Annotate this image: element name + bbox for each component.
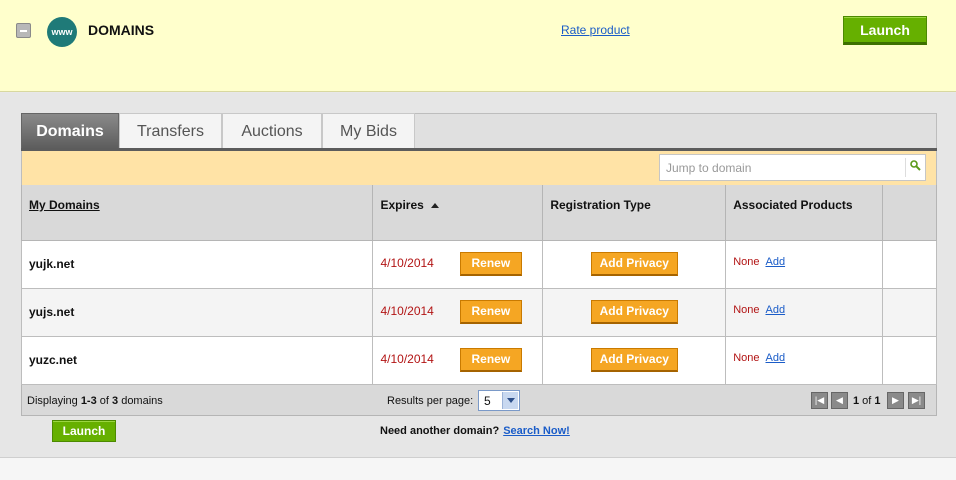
next-page-icon[interactable]: ▶ (887, 392, 904, 409)
launch-button-bottom[interactable]: Launch (52, 420, 116, 442)
add-product-link[interactable]: Add (765, 352, 785, 364)
expires-date: 4/10/2014 (380, 256, 434, 270)
expires-date: 4/10/2014 (380, 304, 434, 318)
registration-cell: Add Privacy (542, 239, 727, 289)
tab-bar: Domains Transfers Auctions My Bids (21, 113, 937, 150)
last-page-icon[interactable]: ▶| (908, 392, 925, 409)
add-privacy-button[interactable]: Add Privacy (590, 300, 678, 324)
expires-cell: 4/10/2014 Renew (372, 335, 544, 385)
empty-cell (882, 335, 937, 385)
display-count: Displaying 1-3 of 3 domains (27, 395, 163, 407)
search-divider (905, 158, 906, 177)
col-header-associated-products: Associated Products (725, 185, 884, 241)
search-now-link[interactable]: Search Now! (503, 425, 570, 437)
sort-ascending-icon (431, 203, 440, 208)
jump-to-domain-box (659, 154, 926, 181)
tab-domains[interactable]: Domains (21, 113, 119, 150)
col-header-registration-type: Registration Type (542, 185, 727, 241)
renew-button[interactable]: Renew (459, 252, 522, 276)
domain-name[interactable]: yuzc.net (20, 335, 374, 385)
table-row: yujs.net 4/10/2014 Renew Add Privacy None… (20, 287, 937, 337)
launch-button[interactable]: Launch (843, 16, 927, 45)
expires-date: 4/10/2014 (380, 352, 434, 366)
results-per-page-value: 5 (484, 394, 491, 408)
table-row: yujk.net 4/10/2014 Renew Add Privacy None… (20, 239, 937, 289)
col-header-my-domains[interactable]: My Domains (20, 185, 374, 241)
tab-transfers[interactable]: Transfers (119, 113, 222, 150)
add-privacy-button[interactable]: Add Privacy (590, 348, 678, 372)
add-product-link[interactable]: Add (765, 256, 785, 268)
page-indicator: 1 of 1 (853, 395, 881, 407)
tab-my-bids[interactable]: My Bids (322, 113, 415, 150)
renew-button[interactable]: Renew (459, 300, 522, 324)
products-none: None (733, 351, 760, 364)
products-none: None (733, 255, 760, 268)
add-product-link[interactable]: Add (765, 304, 785, 316)
prev-page-icon[interactable]: ◀ (831, 392, 848, 409)
results-per-page-label: Results per page: (387, 395, 474, 407)
table-footer: Displaying 1-3 of 3 domains Results per … (21, 385, 937, 416)
jump-to-domain-input[interactable] (666, 159, 896, 177)
products-cell: None Add (725, 287, 884, 337)
need-another-domain: Need another domain? Search Now! (380, 425, 570, 437)
rate-product-link[interactable]: Rate product (561, 23, 630, 37)
chevron-down-icon (502, 392, 518, 409)
products-none: None (733, 303, 760, 316)
table-row: yuzc.net 4/10/2014 Renew Add Privacy None… (20, 335, 937, 385)
col-header-empty (882, 185, 937, 241)
table-header-row: My Domains Expires Registration Type Ass… (20, 185, 937, 241)
domain-name[interactable]: yujs.net (20, 287, 374, 337)
registration-cell: Add Privacy (542, 335, 727, 385)
col-header-expires[interactable]: Expires (372, 185, 544, 241)
renew-button[interactable]: Renew (459, 348, 522, 372)
expires-cell: 4/10/2014 Renew (372, 287, 544, 337)
products-cell: None Add (725, 239, 884, 289)
empty-cell (882, 239, 937, 289)
registration-cell: Add Privacy (542, 287, 727, 337)
page-title: DOMAINS (88, 22, 155, 38)
next-panel-strip (0, 457, 956, 480)
products-cell: None Add (725, 335, 884, 385)
domain-name[interactable]: yujk.net (20, 239, 374, 289)
tab-auctions[interactable]: Auctions (222, 113, 322, 150)
add-privacy-button[interactable]: Add Privacy (590, 252, 678, 276)
search-icon[interactable] (910, 160, 921, 171)
first-page-icon[interactable]: |◀ (811, 392, 828, 409)
empty-cell (882, 287, 937, 337)
app-header: www DOMAINS Rate product Launch (0, 0, 956, 92)
expires-cell: 4/10/2014 Renew (372, 239, 544, 289)
collapse-button[interactable] (16, 23, 31, 38)
domains-table: My Domains Expires Registration Type Ass… (20, 185, 937, 385)
www-globe-icon: www (47, 17, 77, 47)
results-per-page-select[interactable]: 5 (478, 390, 520, 411)
